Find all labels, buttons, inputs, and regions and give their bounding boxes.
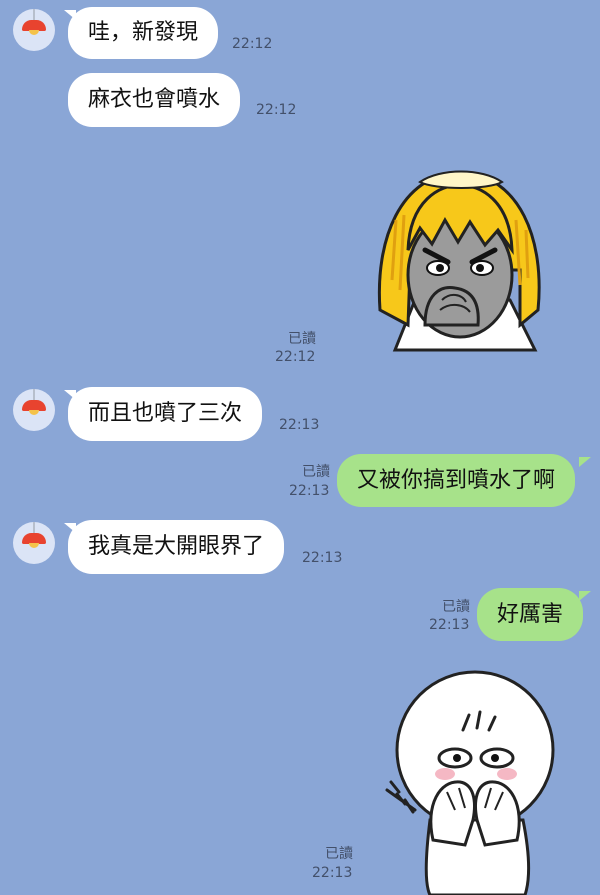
- message-text: 好厲害: [497, 601, 564, 627]
- message-time: 22:12: [232, 36, 273, 52]
- message-time: 22:13: [289, 483, 330, 499]
- message-bubble[interactable]: 哇，新發現: [68, 7, 219, 59]
- message-time: 22:12: [275, 349, 316, 365]
- message-time: 22:13: [312, 865, 353, 881]
- message-text: 麻衣也會噴水: [88, 87, 221, 112]
- message-time: 22:13: [279, 417, 320, 433]
- read-receipt: 已讀: [325, 846, 353, 862]
- read-receipt: 已讀: [288, 331, 316, 347]
- avatar[interactable]: [13, 389, 55, 431]
- white-face-covering-mouth-sticker[interactable]: [385, 670, 560, 895]
- message-bubble[interactable]: 麻衣也會噴水: [68, 73, 241, 127]
- message-bubble[interactable]: 又被你搞到噴水了啊: [337, 454, 576, 507]
- message-bubble[interactable]: 好厲害: [477, 588, 584, 641]
- avatar[interactable]: [13, 9, 55, 51]
- message-text: 我真是大開眼界了: [88, 534, 265, 559]
- message-bubble[interactable]: 我真是大開眼界了: [68, 520, 285, 574]
- blonde-girl-covering-mouth-sticker[interactable]: [370, 160, 550, 360]
- avatar[interactable]: [13, 522, 55, 564]
- message-text: 又被你搞到噴水了啊: [357, 467, 556, 493]
- message-time: 22:13: [429, 617, 470, 633]
- message-bubble[interactable]: 而且也噴了三次: [68, 387, 263, 441]
- read-receipt: 已讀: [442, 599, 470, 615]
- message-time: 22:13: [302, 550, 343, 566]
- message-time: 22:12: [256, 102, 297, 118]
- read-receipt: 已讀: [302, 464, 330, 480]
- message-text: 而且也噴了三次: [88, 401, 243, 426]
- message-text: 哇，新發現: [88, 20, 199, 45]
